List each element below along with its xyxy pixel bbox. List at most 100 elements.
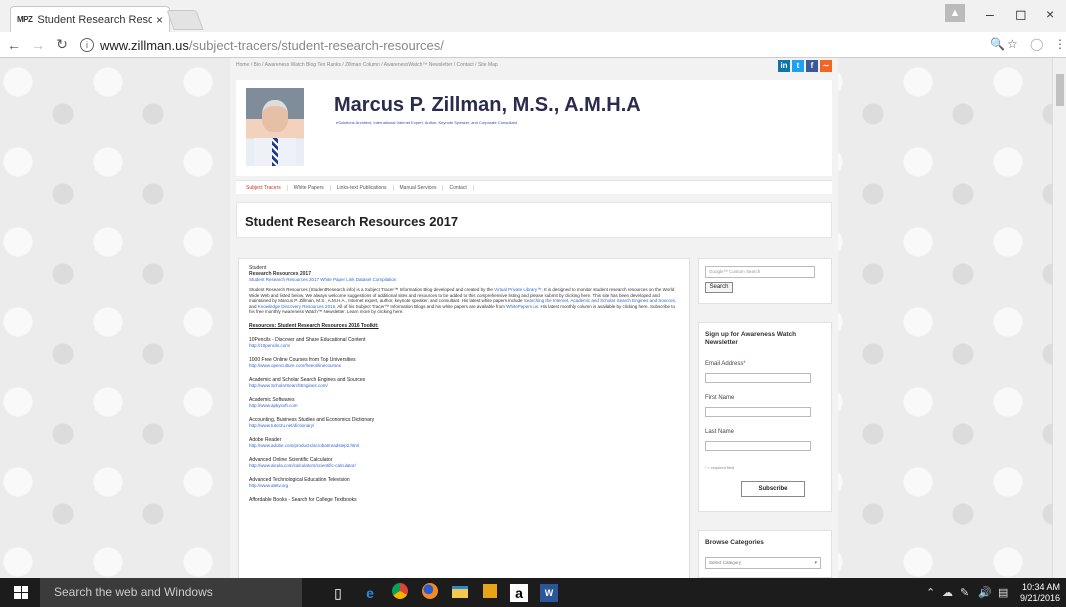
search-button[interactable]: Search	[705, 282, 733, 293]
task-view-icon[interactable]: ▯	[328, 583, 348, 603]
page-title-box: Student Research Resources 2017	[236, 202, 832, 238]
resource-url[interactable]: http://10pencils.com/	[249, 343, 679, 349]
resource-item: Adobe Reader http://www.adobe.com/produc…	[249, 437, 679, 449]
forward-arrow-icon[interactable]: →	[28, 37, 48, 53]
knowledge-discovery-link[interactable]: Knowledge Discovery Resources 2016.	[258, 304, 337, 309]
twitter-icon[interactable]: t	[792, 60, 804, 72]
intro-text-4: All of his Subject Tracer™ Information B…	[337, 303, 505, 309]
bookmark-star-icon[interactable]: ☆	[1007, 37, 1018, 51]
last-name-label: Last Name	[705, 429, 735, 435]
page-viewport: Home / Bio / Awareness Watch Blog Ten Ra…	[0, 58, 1066, 578]
amazon-icon[interactable]: a	[510, 584, 528, 602]
intro-text-1: Student Research Resources (StudentResea…	[249, 287, 493, 292]
resource-item: Advanced Online Scientific Calculator ht…	[249, 457, 679, 469]
action-center-icon[interactable]: ▤	[998, 586, 1008, 599]
first-name-field[interactable]	[705, 407, 811, 417]
top-links[interactable]: Home / Bio / Awareness Watch Blog Ten Ra…	[236, 62, 498, 68]
taskbar-clock[interactable]: 10:34 AM 9/21/2016	[1020, 582, 1060, 604]
site-search-input[interactable]: Google™ Custom Search	[705, 266, 815, 278]
whitepapers-link[interactable]: WhitePapers.us.	[506, 304, 539, 309]
site-header: Marcus P. Zillman, M.S., A.M.H.A eSoluti…	[236, 80, 832, 176]
email-label: Email Address*	[705, 361, 746, 367]
page-title: Student Research Resources 2017	[245, 214, 459, 229]
file-explorer-icon[interactable]	[450, 583, 470, 603]
url-host: www.zillman.us	[100, 37, 189, 53]
browser-tab[interactable]: MPZ Student Research Resou ×	[10, 6, 170, 32]
browser-tab-strip: MPZ Student Research Resou × ▲ – ◻ ×	[0, 0, 1066, 32]
pen-icon[interactable]: ✎	[960, 586, 969, 599]
menu-item-white-papers[interactable]: White Papers	[288, 184, 331, 191]
scrollbar-thumb[interactable]	[1056, 74, 1064, 106]
chrome-icon[interactable]	[390, 583, 410, 603]
vpl-link[interactable]: Virtual Private Library™.	[494, 287, 543, 292]
word-icon[interactable]: W	[540, 584, 558, 602]
taskbar-search-input[interactable]: Search the web and Windows	[40, 578, 302, 607]
required-mark: *	[743, 361, 746, 367]
firefox-icon[interactable]	[420, 583, 440, 603]
zoom-icon[interactable]: 🔍	[990, 37, 1005, 51]
store-icon[interactable]	[480, 583, 500, 603]
resource-url[interactable]: http://www.ScholarSearchEngines.com/	[249, 383, 679, 389]
menu-item-services[interactable]: Manual Services	[394, 184, 444, 191]
search-widget: Google™ Custom Search Search	[698, 258, 832, 304]
page-container: Home / Bio / Awareness Watch Blog Ten Ra…	[230, 58, 838, 578]
profile-icon[interactable]: ▲	[945, 4, 965, 22]
volume-icon[interactable]: 🔊	[978, 586, 992, 599]
intro-text-3: and	[249, 303, 257, 309]
resource-url[interactable]: http://www.adobe.com/products/acrobat/re…	[249, 443, 679, 449]
author-face	[262, 100, 288, 132]
white-paper-link[interactable]: Student Research Resources 2017 White Pa…	[249, 277, 679, 283]
info-icon[interactable]: i	[80, 38, 94, 52]
windows-taskbar: Search the web and Windows ▯ e a W ⌃ ☁ ✎…	[0, 578, 1066, 607]
author-photo	[246, 88, 304, 166]
newsletter-widget: Sign up for Awareness Watch Newsletter E…	[698, 322, 832, 512]
address-bar[interactable]: i www.zillman.us /subject-tracers/studen…	[80, 34, 1000, 56]
windows-start-icon[interactable]	[14, 586, 28, 599]
reload-icon[interactable]: ↻	[52, 36, 72, 53]
tab-close-icon[interactable]: ×	[156, 13, 163, 27]
resource-item: 1000 Free Online Courses from Top Univer…	[249, 357, 679, 369]
site-title[interactable]: Marcus P. Zillman, M.S., A.M.H.A	[334, 94, 641, 117]
resource-url[interactable]: http://www.atetv.org	[249, 483, 679, 489]
page-scrollbar[interactable]	[1052, 58, 1066, 578]
window-close-button[interactable]: ×	[1046, 6, 1054, 22]
browser-toolbar: ← → ↻ i www.zillman.us /subject-tracers/…	[0, 32, 1066, 58]
main-content: Student Research Resources 2017 Student …	[238, 258, 690, 578]
extension-icon[interactable]: ◯	[1030, 37, 1043, 51]
new-tab-button[interactable]	[166, 10, 204, 30]
category-select[interactable]: Select Category ▾	[705, 557, 821, 569]
resource-url[interactable]: http://www.alcula.com/calculators/scient…	[249, 463, 679, 469]
resource-item: Academic Softwares http://www.apkysoft.c…	[249, 397, 679, 409]
resource-item: Academic and Scholar Search Engines and …	[249, 377, 679, 389]
network-icon[interactable]: ☁	[942, 586, 953, 599]
linkedin-icon[interactable]: in	[778, 60, 790, 72]
edge-browser-icon[interactable]: e	[360, 583, 380, 603]
menu-item-publications[interactable]: Links-text Publications	[331, 184, 394, 191]
url-path: /subject-tracers/student-research-resour…	[188, 37, 444, 53]
social-icons: in t f ∼	[778, 60, 832, 72]
site-favicon-icon: MPZ	[17, 15, 33, 24]
tray-chevron-icon[interactable]: ⌃	[926, 586, 935, 599]
categories-title: Browse Categories	[705, 539, 764, 546]
categories-widget: Browse Categories Select Category ▾	[698, 530, 832, 578]
subscribe-button[interactable]: Subscribe	[741, 481, 805, 497]
resource-url[interactable]: http://www.tutor2u.net/dictionary/	[249, 423, 679, 429]
resource-item: 10Pencils - Discover and Share Education…	[249, 337, 679, 349]
window-maximize-button[interactable]: ◻	[1015, 6, 1027, 23]
main-menu: Subject Tracers White Papers Links-text …	[236, 180, 832, 194]
menu-dots-icon[interactable]: ⋮	[1054, 37, 1066, 51]
resource-url[interactable]: http://www.openculture.com/freeonlinecou…	[249, 363, 679, 369]
menu-item-subject-tracers[interactable]: Subject Tracers	[240, 184, 288, 191]
email-field[interactable]	[705, 373, 811, 383]
searching-internet-link[interactable]: Searching the Internet, Academic and Sch…	[524, 298, 676, 303]
intro-paragraph: Student Research Resources (StudentResea…	[249, 287, 679, 315]
facebook-icon[interactable]: f	[806, 60, 818, 72]
category-select-value: Select Category	[709, 560, 742, 565]
clock-time: 10:34 AM	[1022, 582, 1061, 592]
last-name-field[interactable]	[705, 441, 811, 451]
rss-icon[interactable]: ∼	[820, 60, 832, 72]
menu-item-contact[interactable]: Contact	[443, 184, 474, 191]
resource-url[interactable]: http://www.apkysoft.com	[249, 403, 679, 409]
window-minimize-button[interactable]: –	[986, 6, 994, 22]
back-arrow-icon[interactable]: ←	[4, 37, 24, 53]
